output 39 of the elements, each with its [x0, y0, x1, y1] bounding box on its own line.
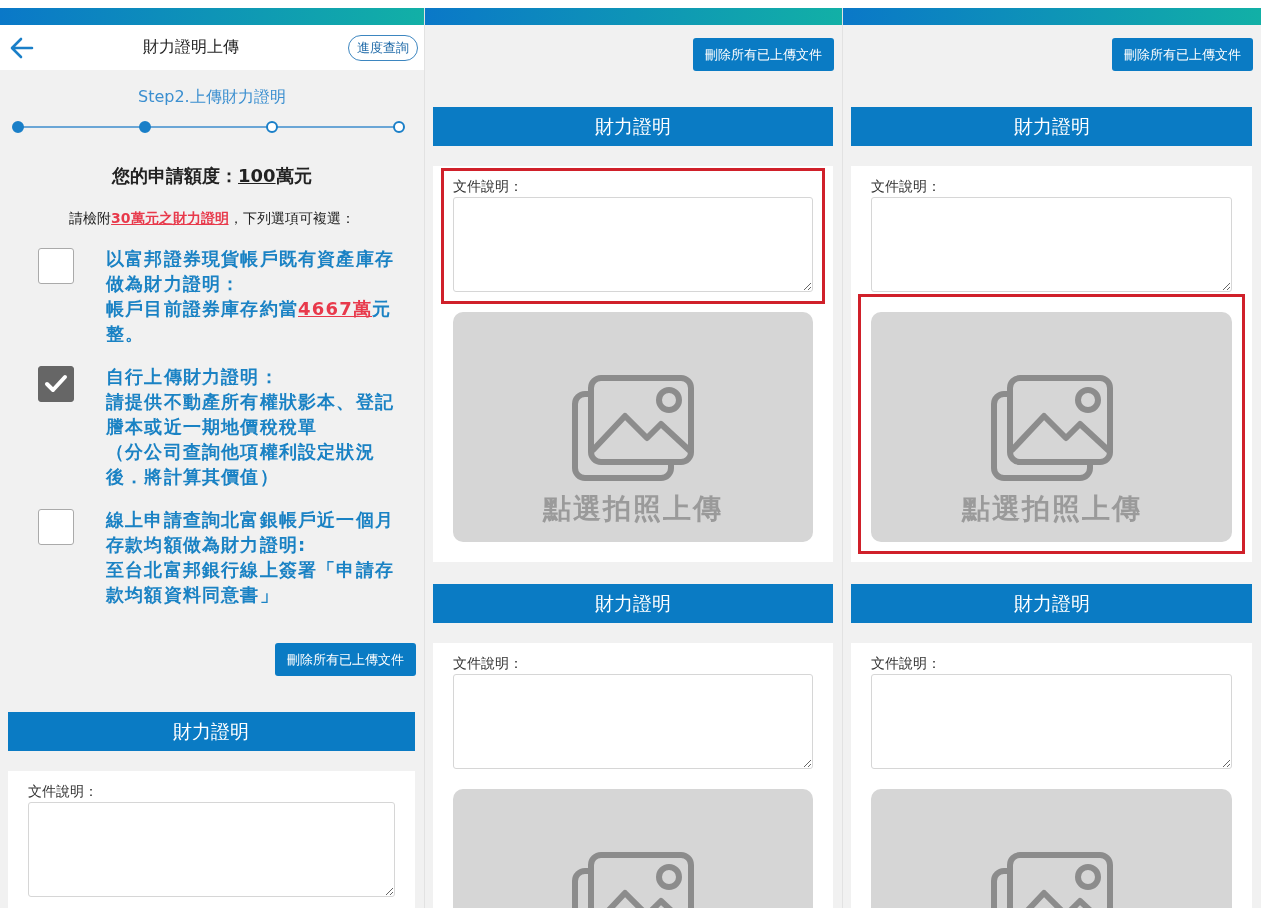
option-title: 線上申請查詢北富銀帳戶近一個月存款均額做為財力證明: — [106, 508, 395, 557]
description-field[interactable] — [452, 674, 814, 769]
delete-all-button[interactable]: 刪除所有已上傳文件 — [1112, 38, 1253, 71]
section-header: 財力證明 — [851, 107, 1252, 146]
section-header: 財力證明 — [432, 107, 834, 146]
checkbox[interactable] — [38, 248, 74, 284]
field-label: 文件說明： — [452, 177, 523, 195]
field-label: 文件說明： — [871, 177, 942, 195]
description-field[interactable] — [28, 802, 395, 897]
option-title: 以富邦證券現貨帳戶既有資產庫存做為財力證明： — [106, 247, 395, 296]
option-detail: 帳戶目前證券庫存約當4667萬元整。 — [106, 297, 393, 346]
checkbox[interactable] — [38, 509, 74, 545]
requirement-link[interactable]: 30萬元之財力證明 — [111, 210, 229, 226]
section-header: 財力證明 — [432, 584, 834, 623]
progress-button[interactable]: 進度查詢 — [347, 34, 418, 61]
delete-all-button[interactable]: 刪除所有已上傳文件 — [693, 38, 835, 71]
field-label: 文件說明： — [28, 782, 98, 800]
page-title: 財力證明上傳 — [142, 37, 239, 58]
image-icon — [569, 372, 697, 484]
check-icon — [44, 374, 68, 394]
instruction-text: 請檢附30萬元之財力證明，下列選項可複選： — [68, 210, 356, 228]
amount-value: 100 — [238, 165, 276, 186]
step-label: Step2.上傳財力證明 — [136, 87, 287, 108]
section-header: 財力證明 — [851, 584, 1252, 623]
description-field[interactable] — [871, 674, 1232, 769]
description-field[interactable] — [452, 197, 814, 292]
option-title: 自行上傳財力證明： — [106, 365, 280, 389]
field-label: 文件說明： — [452, 654, 523, 672]
option-detail: 至台北富邦銀行線上簽署「申請存款均額資料同意書」 — [106, 558, 395, 607]
section-header: 財力證明 — [8, 712, 415, 751]
field-label: 文件說明： — [871, 654, 942, 672]
back-icon[interactable] — [10, 36, 34, 59]
amount-unit: 萬元 — [275, 165, 312, 186]
checkbox[interactable] — [38, 366, 74, 402]
option-detail: 請提供不動產所有權狀影本、登記謄本或近一期地價稅稅單 — [106, 390, 395, 439]
description-field[interactable] — [871, 197, 1232, 292]
delete-all-button[interactable]: 刪除所有已上傳文件 — [274, 643, 416, 676]
option-detail: （分公司查詢他項權利設定狀況後．將計算其價值） — [106, 440, 376, 489]
amount-label: 您的申請額度： — [112, 165, 239, 186]
